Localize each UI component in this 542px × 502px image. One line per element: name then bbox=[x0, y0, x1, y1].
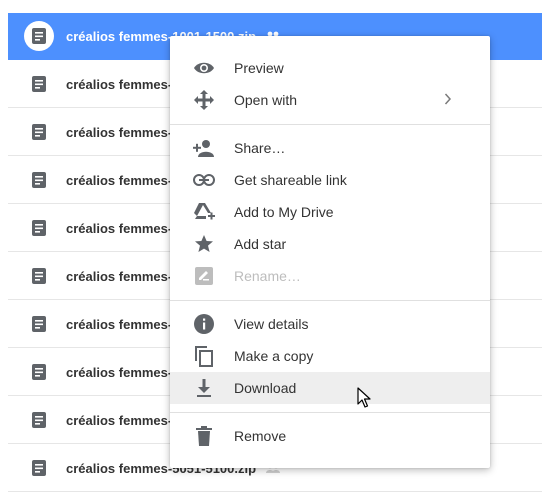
menu-item-label: Add to My Drive bbox=[234, 204, 334, 220]
add-person-icon bbox=[192, 137, 216, 159]
menu-item-add-star[interactable]: Add star bbox=[170, 228, 490, 260]
info-icon bbox=[192, 313, 216, 335]
menu-divider bbox=[170, 124, 490, 125]
menu-item-add-to-drive[interactable]: Add to My Drive bbox=[170, 196, 490, 228]
archive-file-icon bbox=[24, 69, 54, 99]
menu-item-preview[interactable]: Preview bbox=[170, 52, 490, 84]
menu-item-label: Add star bbox=[234, 236, 287, 252]
link-icon bbox=[192, 169, 216, 191]
file-name: créalios femmes-4 bbox=[66, 316, 180, 332]
menu-item-label: Make a copy bbox=[234, 348, 314, 364]
archive-file-icon bbox=[24, 357, 54, 387]
menu-item-remove[interactable]: Remove bbox=[170, 420, 490, 452]
menu-item-rename: Rename… bbox=[170, 260, 490, 292]
mouse-pointer-icon bbox=[357, 387, 371, 414]
eye-icon bbox=[192, 57, 216, 79]
menu-divider bbox=[170, 412, 490, 413]
archive-file-icon bbox=[24, 21, 54, 51]
trash-icon bbox=[192, 425, 216, 447]
file-name: créalios femmes-5 bbox=[66, 412, 180, 428]
archive-file-icon bbox=[24, 261, 54, 291]
context-menu: Preview Open with Share… Get shareable l… bbox=[170, 36, 490, 468]
menu-item-label: View details bbox=[234, 316, 309, 332]
menu-item-make-copy[interactable]: Make a copy bbox=[170, 340, 490, 372]
menu-item-label: Rename… bbox=[234, 268, 301, 284]
menu-item-label: Preview bbox=[234, 60, 284, 76]
menu-item-share[interactable]: Share… bbox=[170, 132, 490, 164]
archive-file-icon bbox=[24, 117, 54, 147]
archive-file-icon bbox=[24, 213, 54, 243]
menu-item-download[interactable]: Download bbox=[170, 372, 490, 404]
copy-icon bbox=[192, 345, 216, 367]
menu-item-label: Share… bbox=[234, 140, 286, 156]
menu-item-get-link[interactable]: Get shareable link bbox=[170, 164, 490, 196]
chevron-right-icon bbox=[444, 92, 452, 111]
menu-item-open-with[interactable]: Open with bbox=[170, 84, 490, 116]
file-name: créalios femmes-2 bbox=[66, 172, 180, 188]
archive-file-icon bbox=[24, 309, 54, 339]
menu-divider bbox=[170, 300, 490, 301]
archive-file-icon bbox=[24, 165, 54, 195]
menu-item-label: Remove bbox=[234, 428, 287, 444]
file-name: créalios femmes-2 bbox=[66, 124, 180, 140]
download-icon bbox=[192, 377, 216, 399]
archive-file-icon bbox=[24, 453, 54, 483]
move-arrows-icon bbox=[192, 89, 216, 111]
drive-add-icon bbox=[192, 201, 216, 223]
edit-icon bbox=[192, 265, 216, 287]
star-icon bbox=[192, 233, 216, 255]
menu-item-label: Get shareable link bbox=[234, 172, 347, 188]
file-name: créalios femmes-3 bbox=[66, 268, 180, 284]
menu-item-view-details[interactable]: View details bbox=[170, 308, 490, 340]
menu-item-label: Download bbox=[234, 380, 297, 396]
file-name: créalios femmes-4 bbox=[66, 364, 180, 380]
file-name: créalios femmes-3 bbox=[66, 220, 180, 236]
archive-file-icon bbox=[24, 405, 54, 435]
menu-item-label: Open with bbox=[234, 92, 298, 108]
file-name: créalios femmes-1 bbox=[66, 76, 180, 92]
